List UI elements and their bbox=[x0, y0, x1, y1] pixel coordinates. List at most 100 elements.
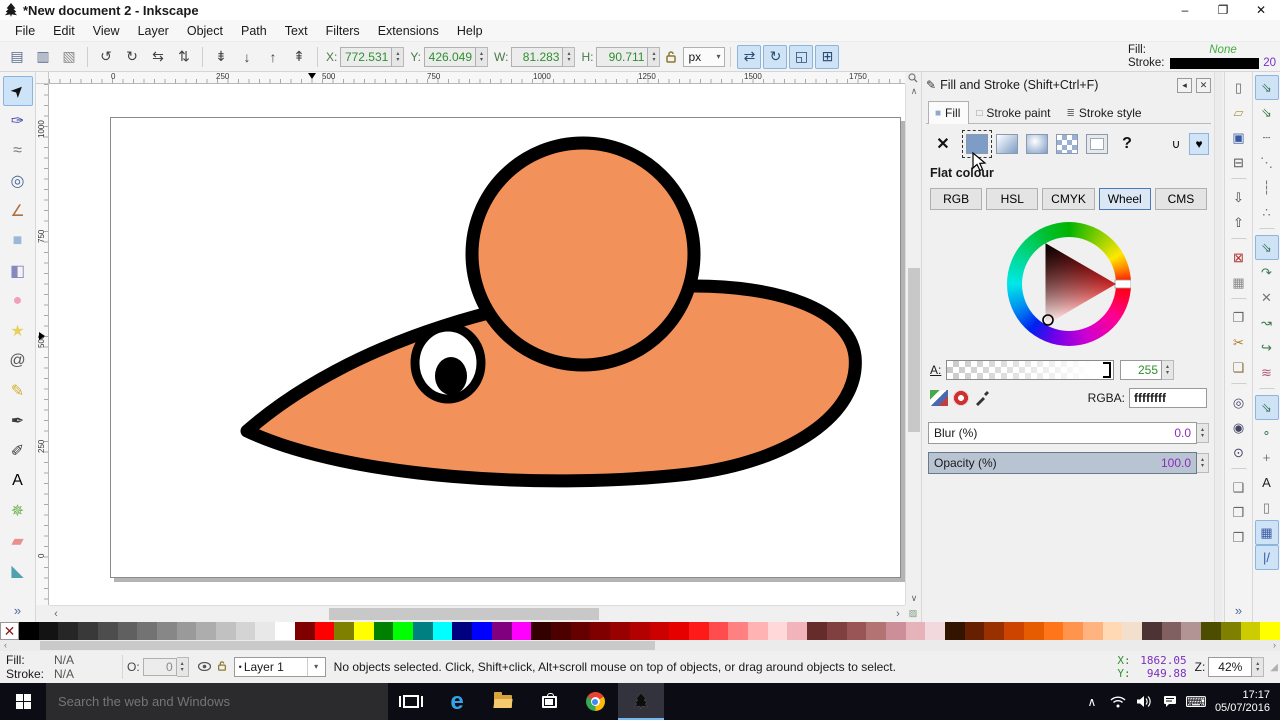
affect-rotate-button[interactable]: ↻ bbox=[763, 45, 787, 69]
command-button[interactable] bbox=[1231, 238, 1247, 245]
lower-button[interactable]: ↓ bbox=[235, 45, 259, 69]
palette-swatch[interactable] bbox=[669, 622, 689, 640]
notification-icon[interactable] bbox=[1157, 683, 1183, 720]
status-opacity-input[interactable]: 0 bbox=[143, 658, 177, 676]
panel-collapse-button[interactable]: ◂ bbox=[1177, 78, 1192, 93]
scroll-down-icon[interactable]: ∨ bbox=[906, 591, 922, 605]
snap-rotation-centers-button[interactable]: + bbox=[1255, 445, 1279, 470]
command-button[interactable] bbox=[1231, 468, 1247, 475]
raise-to-top-button[interactable]: ⇞ bbox=[287, 45, 311, 69]
horizontal-ruler[interactable]: 02505007501000125015001750 bbox=[49, 72, 905, 84]
field-spinner[interactable]: ▴▾ bbox=[392, 47, 404, 67]
zoom-page-button[interactable]: ⊙ bbox=[1227, 440, 1251, 465]
quick-zoom-button[interactable] bbox=[905, 72, 921, 84]
palette-swatch[interactable] bbox=[58, 622, 78, 640]
scroll-left-icon[interactable]: ‹ bbox=[4, 640, 7, 651]
document-cleanup-button[interactable]: ▦ bbox=[1227, 270, 1251, 295]
measure-tool[interactable]: ∠ bbox=[3, 196, 33, 226]
palette-swatch[interactable] bbox=[196, 622, 216, 640]
scroll-up-icon[interactable]: ∧ bbox=[906, 84, 922, 98]
snap-midpoints-button[interactable]: ≋ bbox=[1255, 360, 1279, 385]
tweak-tool[interactable]: ≈ bbox=[3, 136, 33, 166]
opacity-value[interactable]: 100.0 bbox=[1161, 456, 1191, 470]
taskbar-clock[interactable]: 17:17 05/07/2016 bbox=[1209, 689, 1280, 715]
spin-down-icon[interactable]: ▾ bbox=[396, 57, 399, 63]
palette-swatch[interactable] bbox=[551, 622, 571, 640]
snap-bbox-midpoints-button[interactable]: ┆ bbox=[1255, 175, 1279, 200]
blur-slider[interactable]: Blur (%) 0.0 bbox=[928, 422, 1197, 444]
import-button[interactable]: ⇩ bbox=[1227, 185, 1251, 210]
selector-tool[interactable]: ➤ bbox=[3, 76, 33, 106]
palette-swatch[interactable] bbox=[886, 622, 906, 640]
command-button[interactable] bbox=[1231, 298, 1247, 305]
open-document-button[interactable]: ▱ bbox=[1227, 100, 1251, 125]
snap-nodes-button[interactable]: ⇘ bbox=[1255, 235, 1279, 260]
palette-swatch[interactable] bbox=[1241, 622, 1261, 640]
ellipse-tool[interactable]: ● bbox=[3, 286, 33, 316]
field-spinner[interactable]: ▴▾ bbox=[563, 47, 575, 67]
alpha-spinner[interactable]: ▴▾ bbox=[1162, 360, 1174, 380]
palette-swatch[interactable] bbox=[807, 622, 827, 640]
palette-swatch[interactable] bbox=[512, 622, 532, 640]
box3d-tool[interactable]: ◧ bbox=[3, 256, 33, 286]
toolbox-overflow-button[interactable]: » bbox=[14, 603, 21, 618]
lock-ratio-icon[interactable] bbox=[665, 50, 677, 64]
snap-grid-button[interactable]: ▦ bbox=[1255, 520, 1279, 545]
eyedropper-icon[interactable] bbox=[974, 390, 990, 406]
scroll-right-icon[interactable]: › bbox=[1273, 640, 1276, 651]
select-all-button[interactable]: ▤ bbox=[5, 45, 29, 69]
volume-icon[interactable] bbox=[1131, 683, 1157, 720]
palette-swatch[interactable] bbox=[1260, 622, 1280, 640]
stroke-color-swatch[interactable] bbox=[1170, 58, 1259, 69]
menu-item[interactable]: Help bbox=[448, 22, 492, 40]
zoom-selection-button[interactable]: ◎ bbox=[1227, 390, 1251, 415]
mode-cmyk-button[interactable]: CMYK bbox=[1042, 188, 1094, 210]
zoom-drawing-button[interactable]: ◉ bbox=[1227, 415, 1251, 440]
drawing-svg[interactable] bbox=[49, 84, 905, 605]
tab-stroke-paint[interactable]: □Stroke paint bbox=[969, 101, 1059, 124]
rectangle-tool[interactable]: ■ bbox=[3, 226, 33, 256]
rgba-input[interactable]: ffffffff bbox=[1129, 388, 1207, 408]
palette-swatch[interactable] bbox=[236, 622, 256, 640]
palette-swatch[interactable] bbox=[866, 622, 886, 640]
spin-down-icon[interactable]: ▾ bbox=[1201, 433, 1204, 439]
palette-swatch[interactable] bbox=[393, 622, 413, 640]
tab-fill[interactable]: ■Fill bbox=[928, 101, 969, 124]
calligraphy-tool[interactable]: ✐ bbox=[3, 436, 33, 466]
palette-swatch[interactable] bbox=[1103, 622, 1123, 640]
opacity-spinner[interactable]: ▴▾ bbox=[1197, 453, 1209, 473]
layer-lock-icon[interactable] bbox=[217, 660, 227, 675]
palette-swatch[interactable] bbox=[255, 622, 275, 640]
menu-item[interactable]: Text bbox=[276, 22, 317, 40]
palette-swatch[interactable] bbox=[1024, 622, 1044, 640]
field-input[interactable]: 81.283 bbox=[511, 47, 563, 67]
palette-swatch[interactable] bbox=[847, 622, 867, 640]
palette-swatch[interactable] bbox=[452, 622, 472, 640]
vertical-scrollbar[interactable]: ∧ ∨ bbox=[905, 84, 921, 605]
palette-swatch[interactable] bbox=[590, 622, 610, 640]
spin-down-icon[interactable]: ▾ bbox=[652, 57, 655, 63]
gradient-swatch-icon[interactable] bbox=[930, 390, 948, 406]
layer-visibility-icon[interactable] bbox=[198, 660, 211, 674]
alpha-slider-handle[interactable] bbox=[1103, 362, 1111, 378]
menu-item[interactable]: File bbox=[6, 22, 44, 40]
palette-swatch[interactable] bbox=[1162, 622, 1182, 640]
palette-swatch[interactable] bbox=[689, 622, 709, 640]
spin-down-icon[interactable]: ▾ bbox=[480, 57, 483, 63]
no-color-swatch[interactable]: ✕ bbox=[0, 622, 19, 640]
unknown-paint-button[interactable]: ? bbox=[1114, 132, 1140, 156]
spiral-tool[interactable]: @ bbox=[3, 346, 33, 376]
palette-swatch[interactable] bbox=[374, 622, 394, 640]
palette-swatch[interactable] bbox=[728, 622, 748, 640]
mode-cms-button[interactable]: CMS bbox=[1155, 188, 1207, 210]
hsv-triangle[interactable] bbox=[1007, 222, 1131, 346]
palette-swatch[interactable] bbox=[1181, 622, 1201, 640]
resize-grip[interactable]: ◢ bbox=[1270, 662, 1278, 673]
palette-swatch[interactable] bbox=[1221, 622, 1241, 640]
palette-swatch[interactable] bbox=[768, 622, 788, 640]
canvas-viewport[interactable] bbox=[49, 84, 905, 605]
palette-swatch[interactable] bbox=[334, 622, 354, 640]
edge-taskbar-icon[interactable]: e bbox=[434, 683, 480, 720]
menu-item[interactable]: Edit bbox=[44, 22, 84, 40]
scroll-right-icon[interactable]: › bbox=[891, 606, 905, 622]
